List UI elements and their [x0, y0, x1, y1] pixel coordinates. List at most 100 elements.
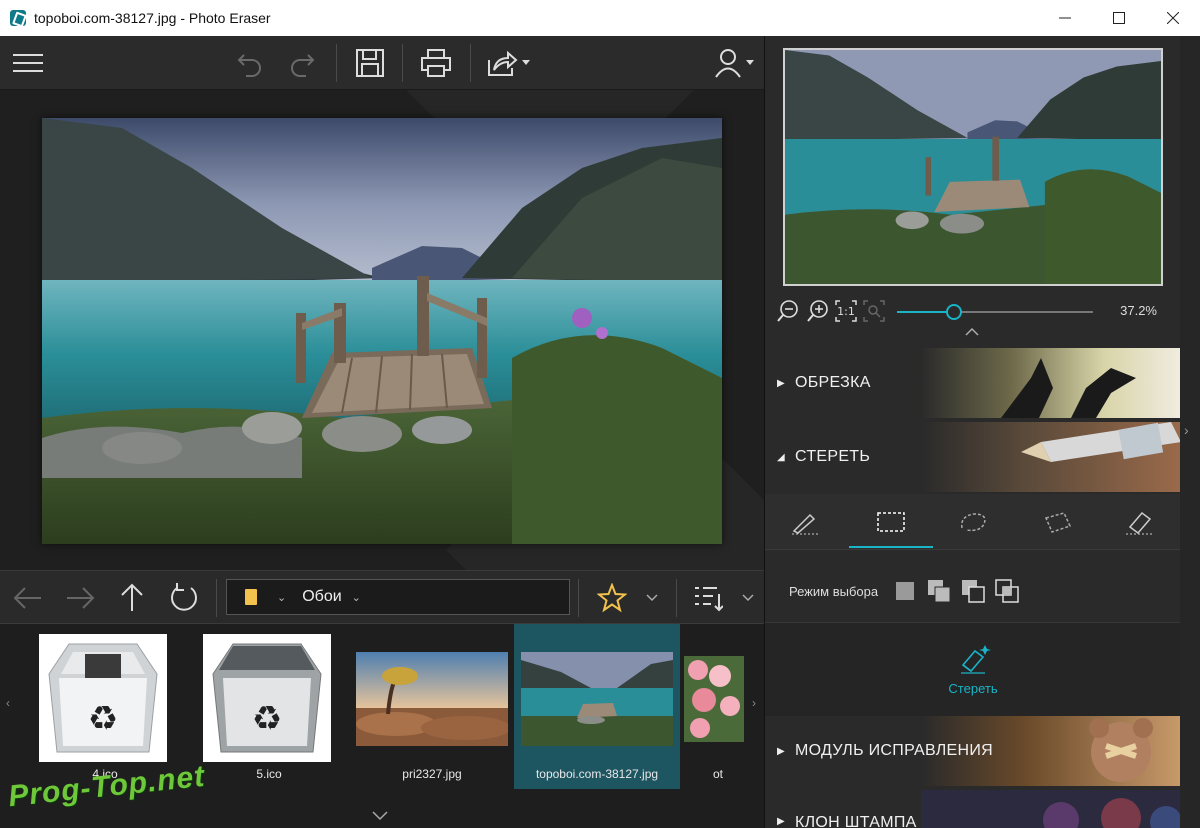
zoom-slider-handle[interactable] — [946, 304, 962, 320]
svg-text:1:1: 1:1 — [837, 305, 855, 318]
navigator-preview[interactable] — [783, 48, 1163, 286]
zoom-in-button[interactable] — [805, 298, 831, 324]
actual-size-button[interactable]: 1:1 — [833, 298, 859, 324]
thumbnail-item[interactable]: pri2327.jpg — [350, 624, 514, 789]
main-toolbar — [0, 36, 764, 90]
section-repair-label: МОДУЛЬ ИСПРАВЛЕНИЯ — [795, 742, 994, 759]
mode-subtract-icon — [962, 580, 985, 603]
scroll-right-icon[interactable]: › — [752, 696, 756, 710]
section-crop[interactable]: ▶ ОБРЕЗКА — [765, 348, 1181, 418]
main-photo[interactable] — [42, 118, 722, 544]
scroll-left-icon[interactable]: ‹ — [6, 696, 10, 710]
panel-edge: › — [1180, 36, 1200, 828]
erase-button[interactable]: Стереть — [935, 641, 1011, 701]
brush-icon — [792, 513, 818, 535]
thumbnail-item-selected[interactable]: topoboi.com-38127.jpg — [514, 624, 680, 789]
image-canvas[interactable] — [0, 90, 764, 570]
star-icon — [597, 583, 627, 613]
save-button[interactable] — [352, 45, 388, 81]
collapse-up-icon[interactable] — [965, 327, 979, 339]
lasso-icon — [961, 513, 986, 532]
redo-button[interactable] — [284, 45, 320, 81]
rect-select-tool[interactable] — [873, 506, 909, 538]
section-erase-label: СТЕРЕТЬ — [795, 448, 871, 465]
recycle-bin-empty-image: ♻ — [39, 634, 167, 762]
mode-subtract-button[interactable] — [960, 578, 986, 604]
chevron-down-icon — [646, 594, 658, 602]
actual-size-icon: 1:1 — [835, 300, 857, 322]
app-icon — [10, 10, 26, 26]
arrow-right-icon — [67, 587, 95, 609]
flowers-image — [684, 656, 744, 742]
brush-tool[interactable] — [787, 506, 823, 538]
expand-right-icon: ▶ — [777, 816, 785, 827]
share-button[interactable] — [486, 45, 534, 81]
erase-tools — [765, 494, 1181, 550]
eraser-tool[interactable] — [1121, 506, 1157, 538]
fit-to-window-button[interactable] — [861, 298, 887, 324]
folder-path-box[interactable]: ⌄ Обои ⌄ — [226, 579, 570, 615]
zoom-slider[interactable] — [897, 304, 1093, 320]
expand-down-icon[interactable] — [372, 810, 388, 824]
zoom-out-icon — [777, 300, 798, 322]
mode-intersect-button[interactable] — [994, 578, 1020, 604]
zoom-out-button[interactable] — [775, 298, 801, 324]
arrow-up-icon — [121, 583, 143, 611]
close-icon — [1167, 12, 1179, 24]
refresh-icon — [171, 583, 197, 611]
chevron-down-icon[interactable]: ⌄ — [277, 591, 286, 604]
sort-dropdown[interactable] — [736, 580, 760, 616]
chevron-down-icon[interactable]: ⌄ — [352, 591, 361, 604]
share-icon — [488, 50, 530, 76]
mode-new-button[interactable] — [892, 578, 918, 604]
refresh-button[interactable] — [166, 580, 202, 616]
crop-banner-art — [921, 348, 1181, 418]
sort-list-icon — [695, 587, 723, 612]
expand-panel-icon[interactable]: › — [1184, 422, 1189, 438]
account-button[interactable] — [714, 45, 758, 81]
desert-tree-image — [356, 652, 511, 746]
back-button[interactable] — [10, 580, 46, 616]
arrow-left-icon — [13, 587, 41, 609]
thumbnail-item[interactable]: ot — [680, 624, 756, 789]
maximize-icon — [1113, 12, 1125, 24]
section-erase[interactable]: ◢ СТЕРЕТЬ — [765, 422, 1181, 492]
up-folder-button[interactable] — [114, 580, 150, 616]
folder-icon — [245, 589, 257, 605]
favorite-dropdown[interactable] — [640, 580, 664, 616]
mode-add-icon — [928, 580, 951, 603]
section-crop-label: ОБРЕЗКА — [795, 374, 871, 391]
clone-banner-art — [921, 790, 1181, 828]
zoom-controls: 1:1 37.2% — [775, 298, 1171, 324]
lasso-tool[interactable] — [955, 506, 991, 538]
minimize-button[interactable] — [1038, 0, 1092, 36]
menu-button[interactable] — [10, 45, 46, 81]
recycle-bin-full-image: ♻ — [203, 634, 331, 762]
polygon-lasso-icon — [1044, 512, 1072, 533]
forward-button[interactable] — [62, 580, 98, 616]
maximize-button[interactable] — [1092, 0, 1146, 36]
favorite-button[interactable] — [594, 580, 630, 616]
menu-icon — [13, 54, 43, 72]
thumbnail-strip: ‹ ♻ 4.ico ♻ 5.ico pri2327.jpg topoboi.co… — [0, 624, 764, 828]
section-repair[interactable]: ▶ МОДУЛЬ ИСПРАВЛЕНИЯ — [765, 716, 1181, 786]
window-title: topoboi.com-38127.jpg - Photo Eraser — [34, 10, 271, 26]
sort-button[interactable] — [690, 580, 726, 616]
undo-button[interactable] — [232, 45, 268, 81]
mode-add-button[interactable] — [926, 578, 952, 604]
erase-magic-icon — [961, 645, 991, 674]
title-bar: topoboi.com-38127.jpg - Photo Eraser — [0, 0, 1200, 36]
workspace-panel: ⌄ Обои ⌄ ‹ ♻ 4.ico ♻ 5.ico pri2327.jpg t… — [0, 36, 764, 828]
thumbnail-label: topoboi.com-38127.jpg — [535, 767, 659, 781]
svg-text:♻: ♻ — [88, 699, 118, 739]
thumbnail-label: pri2327.jpg — [402, 767, 462, 781]
section-clone-stamp[interactable]: ▶ КЛОН ШТАМПА — [765, 790, 1181, 828]
rect-select-icon — [877, 512, 905, 532]
polygon-lasso-tool[interactable] — [1039, 506, 1075, 538]
close-button[interactable] — [1146, 0, 1200, 36]
user-icon — [715, 49, 754, 78]
lake-pier-image — [42, 118, 722, 544]
thumbnail-label: ot — [712, 767, 723, 781]
print-button[interactable] — [418, 45, 454, 81]
thumbnail-item[interactable]: ♻ 5.ico — [194, 624, 344, 789]
